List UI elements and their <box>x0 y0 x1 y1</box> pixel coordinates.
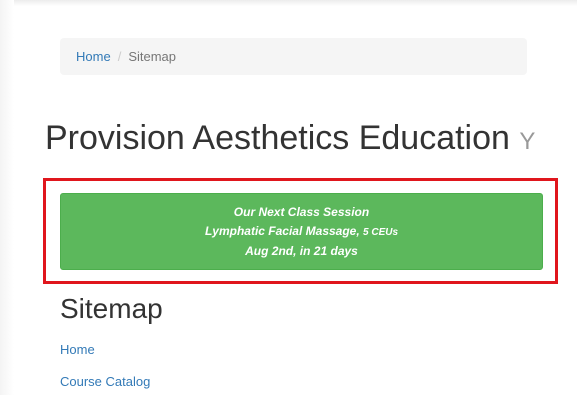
next-class-heading: Our Next Class Session <box>233 204 370 219</box>
page-title-suffix: Y <box>519 128 536 155</box>
breadcrumb-separator: / <box>117 49 122 64</box>
sitemap-title: Sitemap <box>60 293 163 324</box>
next-class-ceus: 5 CEUs <box>363 226 399 238</box>
breadcrumb-home-link[interactable]: Home <box>76 49 111 64</box>
breadcrumb: Home / Sitemap <box>60 38 527 75</box>
left-shadow <box>0 0 14 395</box>
next-class-course-line: Lymphatic Facial Massage, 5 CEUs <box>205 222 398 242</box>
page-title-text: Provision Aesthetics Education <box>45 119 510 157</box>
next-class-session-button[interactable]: Our Next Class Session Lymphatic Facial … <box>60 193 543 270</box>
top-shadow <box>0 0 577 6</box>
page: Home / Sitemap Provision Aesthetics Educ… <box>0 0 577 395</box>
page-title: Provision Aesthetics Education Y <box>45 117 535 163</box>
sitemap-link-home[interactable]: Home <box>60 342 95 357</box>
breadcrumb-current: Sitemap <box>128 49 177 64</box>
sitemap-link-course-catalog[interactable]: Course Catalog <box>60 374 150 389</box>
next-class-course: Lymphatic Facial Massage, <box>204 223 360 238</box>
next-class-date: Aug 2nd, in 21 days <box>245 243 358 258</box>
